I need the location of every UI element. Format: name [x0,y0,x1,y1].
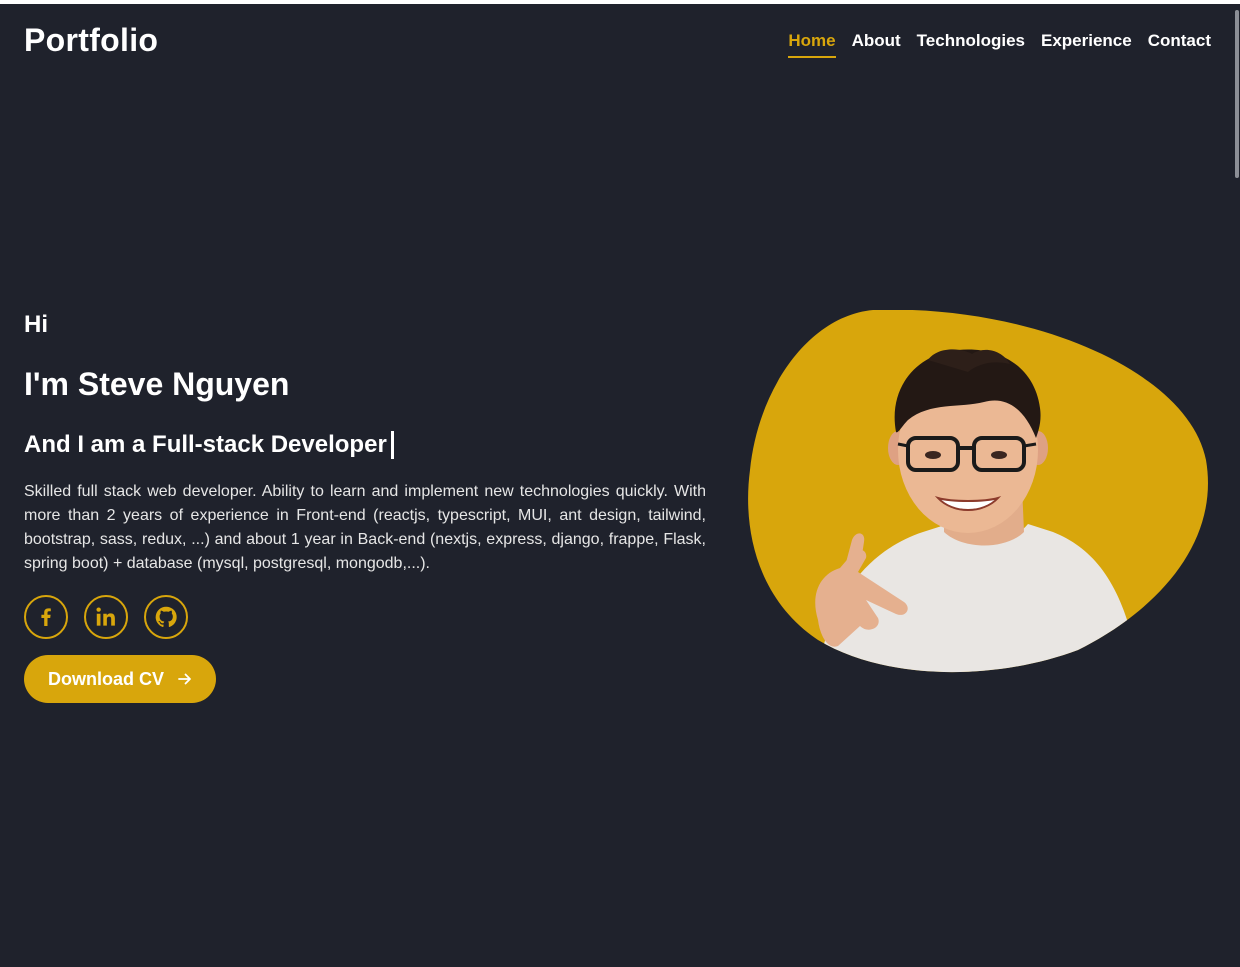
facebook-link[interactable] [24,595,68,639]
site-logo[interactable]: Portfolio [24,22,158,59]
download-cv-button[interactable]: Download CV [24,655,216,703]
nav-item-contact[interactable]: Contact [1148,31,1211,58]
linkedin-link[interactable] [84,595,128,639]
scrollbar-thumb[interactable] [1235,10,1239,178]
hero-name: I'm Steve Nguyen [24,366,290,402]
greeting: Hi [24,311,48,338]
profile-photo [748,310,1208,673]
download-cv-label: Download CV [48,668,164,689]
nav-item-home[interactable]: Home [788,31,836,58]
nav-item-about[interactable]: About [852,31,901,58]
linkedin-icon [96,607,115,626]
hero-role: And I am a Full-stack Developer [24,430,706,460]
nav-item-technologies[interactable]: Technologies [917,31,1025,58]
arrow-right-icon [178,673,191,685]
site-header: Portfolio Home About Technologies Experi… [0,4,1234,80]
github-icon [155,606,177,627]
github-link[interactable] [144,595,188,639]
facebook-icon [41,608,51,626]
hero-intro: Hi I'm Steve Nguyen And I am a Full-stac… [24,310,706,703]
main-nav: Home About Technologies Experience Conta… [788,31,1211,58]
social-links [24,595,706,639]
nav-item-experience[interactable]: Experience [1041,31,1132,58]
typing-cursor [390,431,394,459]
scrollbar-track[interactable] [1234,4,1240,967]
role-text: And I am a Full-stack Developer [24,431,387,458]
hero-description: Skilled full stack web developer. Abilit… [24,483,706,572]
